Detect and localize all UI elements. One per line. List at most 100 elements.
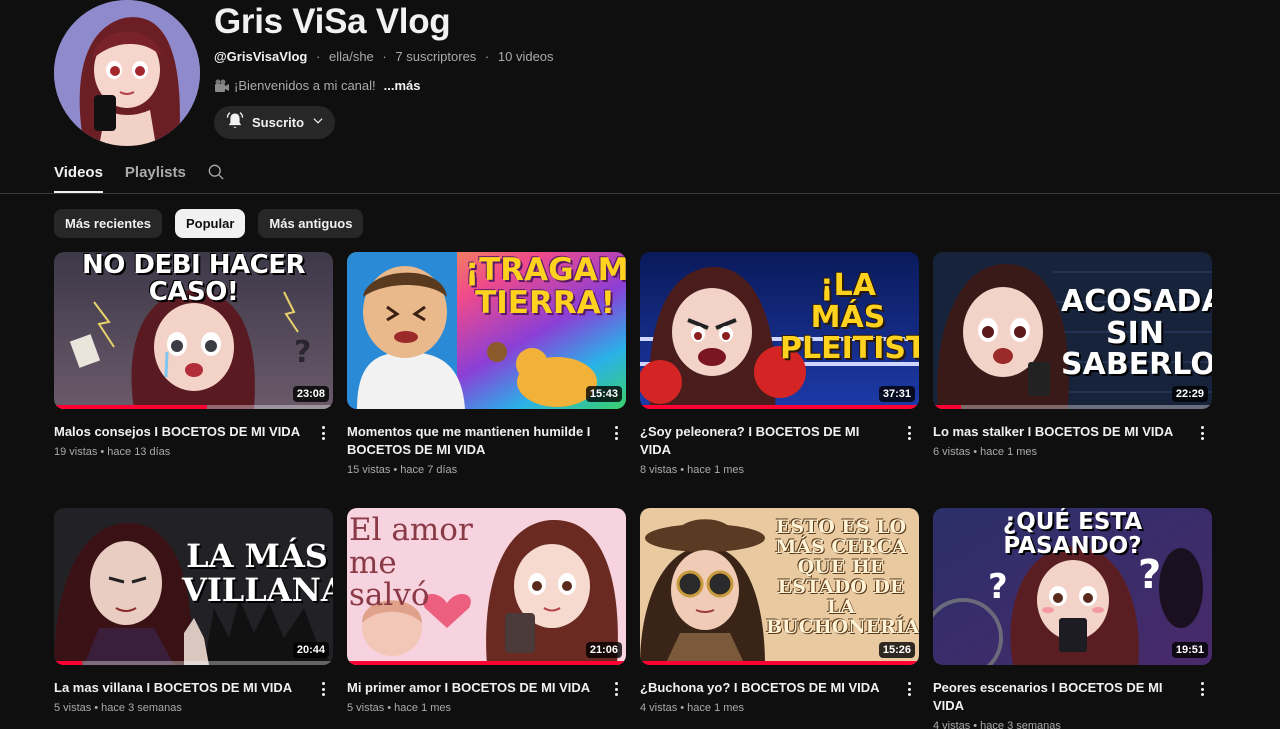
more-link[interactable]: ...más <box>384 78 421 93</box>
tabs-divider <box>0 193 1280 194</box>
video-title[interactable]: ¿Buchona yo? I BOCETOS DE MI VIDA <box>640 679 890 697</box>
video-title[interactable]: ¿Soy peleonera? I BOCETOS DE MI VIDA <box>640 423 890 459</box>
view-count: 19 vistas <box>54 446 98 458</box>
channel-title: Gris ViSa Vlog <box>214 2 451 41</box>
video-meta: 4 vistas • hace 1 mes <box>640 702 919 714</box>
watch-progress <box>640 661 919 665</box>
video-meta: 19 vistas • hace 13 días <box>54 446 333 458</box>
video-duration: 15:26 <box>878 642 915 658</box>
video-card[interactable]: ACOSADA SIN SABERLO 22:29 Lo mas stalker… <box>933 252 1212 458</box>
upload-age: hace 3 semanas <box>101 702 182 714</box>
video-thumbnail[interactable]: ESTO ES LO MÁS CERCA QUE HE ESTADO DE LA… <box>640 508 919 665</box>
sort-chips: Más recientes Popular Más antiguos <box>54 209 364 238</box>
upload-age: hace 1 mes <box>980 446 1038 458</box>
separator-dot: • <box>973 720 978 729</box>
video-duration: 22:29 <box>1171 386 1208 402</box>
tab-playlists[interactable]: Playlists <box>125 160 186 193</box>
view-count: 5 vistas <box>54 702 92 714</box>
svg-text:?: ? <box>294 335 311 370</box>
video-card[interactable]: ? NO DEBI HACER CASO! 23:08 Malos consej… <box>54 252 333 458</box>
watch-progress <box>347 661 626 665</box>
video-duration: 23:08 <box>292 386 329 402</box>
search-icon[interactable] <box>206 162 226 182</box>
thumbnail-text: ESTO ES LO MÁS CERCA QUE HE ESTADO DE LA… <box>766 516 919 638</box>
upload-age: hace 13 días <box>107 446 171 458</box>
more-vert-icon[interactable] <box>1194 680 1210 698</box>
video-thumbnail[interactable]: ? NO DEBI HACER CASO! 23:08 <box>54 252 333 409</box>
video-title[interactable]: Mi primer amor I BOCETOS DE MI VIDA <box>347 679 597 697</box>
more-vert-icon[interactable] <box>608 424 624 442</box>
video-card[interactable]: El amor me salvó 21:06 Mi primer amor I … <box>347 508 626 714</box>
video-duration: 21:06 <box>585 642 622 658</box>
separator-dot: • <box>100 446 105 458</box>
separator-dot: • <box>680 702 685 714</box>
chevron-down-icon <box>311 114 325 131</box>
channel-tabs: Videos Playlists <box>54 160 224 193</box>
video-card[interactable]: ¡TRAGAME TIERRA! 15:43 Momentos que me m… <box>347 252 626 476</box>
video-thumbnail[interactable]: ? ? ¿QUÉ ESTA PASANDO? 19:51 <box>933 508 1212 665</box>
more-vert-icon[interactable] <box>901 680 917 698</box>
watch-progress <box>640 405 919 409</box>
channel-page: Gris ViSa Vlog @GrisVisaVlog · ella/she … <box>0 0 1280 729</box>
video-title[interactable]: Malos consejos I BOCETOS DE MI VIDA <box>54 423 304 441</box>
separator-dot: • <box>387 702 392 714</box>
separator-dot: • <box>94 702 99 714</box>
subscribed-button[interactable]: Suscrito <box>214 106 335 139</box>
watch-progress <box>54 405 333 409</box>
separator-dot: · <box>316 49 321 64</box>
more-vert-icon[interactable] <box>315 424 331 442</box>
view-count: 4 vistas <box>640 702 678 714</box>
video-thumbnail[interactable]: LA MÁS VILLANA 20:44 <box>54 508 333 665</box>
video-title[interactable]: La mas villana I BOCETOS DE MI VIDA <box>54 679 304 697</box>
view-count: 6 vistas <box>933 446 971 458</box>
thumbnail-text: ¡LA MÁS PLEITISTA! <box>780 268 919 366</box>
video-title[interactable]: Peores escenarios I BOCETOS DE MI VIDA <box>933 679 1183 715</box>
video-thumbnail[interactable]: El amor me salvó 21:06 <box>347 508 626 665</box>
channel-description[interactable]: ¡Bienvenidos a mi canal! ...más <box>214 78 421 93</box>
more-vert-icon[interactable] <box>608 680 624 698</box>
upload-age: hace 1 mes <box>687 702 745 714</box>
channel-avatar[interactable] <box>54 0 200 146</box>
view-count: 5 vistas <box>347 702 385 714</box>
video-meta: 6 vistas • hace 1 mes <box>933 446 1212 458</box>
separator-dot: • <box>680 464 685 476</box>
upload-age: hace 3 semanas <box>980 720 1061 729</box>
separator-dot: • <box>973 446 978 458</box>
video-duration: 20:44 <box>292 642 329 658</box>
video-card[interactable]: ? ? ¿QUÉ ESTA PASANDO? 19:51 Peores esce… <box>933 508 1212 729</box>
video-thumbnail[interactable]: ¡LA MÁS PLEITISTA! 37:31 <box>640 252 919 409</box>
video-card[interactable]: ESTO ES LO MÁS CERCA QUE HE ESTADO DE LA… <box>640 508 919 714</box>
chip-oldest[interactable]: Más antiguos <box>258 209 364 238</box>
subscribe-label: Suscrito <box>252 115 305 130</box>
separator-dot: · <box>382 49 387 64</box>
video-title[interactable]: Lo mas stalker I BOCETOS DE MI VIDA <box>933 423 1183 441</box>
description-text: ¡Bienvenidos a mi canal! <box>234 78 376 93</box>
thumbnail-text: ACOSADA SIN SABERLO <box>1061 284 1212 382</box>
more-vert-icon[interactable] <box>1194 424 1210 442</box>
upload-age: hace 1 mes <box>687 464 745 476</box>
upload-age: hace 7 días <box>400 464 458 476</box>
more-vert-icon[interactable] <box>315 680 331 698</box>
video-duration: 37:31 <box>878 386 915 402</box>
chip-popular[interactable]: Popular <box>175 209 246 238</box>
video-meta: 5 vistas • hace 1 mes <box>347 702 626 714</box>
more-vert-icon[interactable] <box>901 424 917 442</box>
svg-text:?: ? <box>988 567 1008 607</box>
watch-progress <box>54 661 333 665</box>
chip-most-recent[interactable]: Más recientes <box>54 209 162 238</box>
video-meta: 15 vistas • hace 7 días <box>347 464 626 476</box>
video-card[interactable]: LA MÁS VILLANA 20:44 La mas villana I BO… <box>54 508 333 714</box>
view-count: 4 vistas <box>933 720 971 729</box>
video-card[interactable]: ¡LA MÁS PLEITISTA! 37:31 ¿Soy peleonera?… <box>640 252 919 476</box>
video-meta: 4 vistas • hace 3 semanas <box>933 720 1212 729</box>
separator-dot: • <box>393 464 398 476</box>
video-thumbnail[interactable]: ¡TRAGAME TIERRA! 15:43 <box>347 252 626 409</box>
video-duration: 19:51 <box>1171 642 1208 658</box>
bell-icon <box>225 111 245 134</box>
subscriber-count: 7 suscriptores <box>395 49 477 64</box>
video-meta: 8 vistas • hace 1 mes <box>640 464 919 476</box>
video-title[interactable]: Momentos que me mantienen humilde I BOCE… <box>347 423 597 459</box>
video-meta: 5 vistas • hace 3 semanas <box>54 702 333 714</box>
video-thumbnail[interactable]: ACOSADA SIN SABERLO 22:29 <box>933 252 1212 409</box>
tab-videos[interactable]: Videos <box>54 160 103 193</box>
